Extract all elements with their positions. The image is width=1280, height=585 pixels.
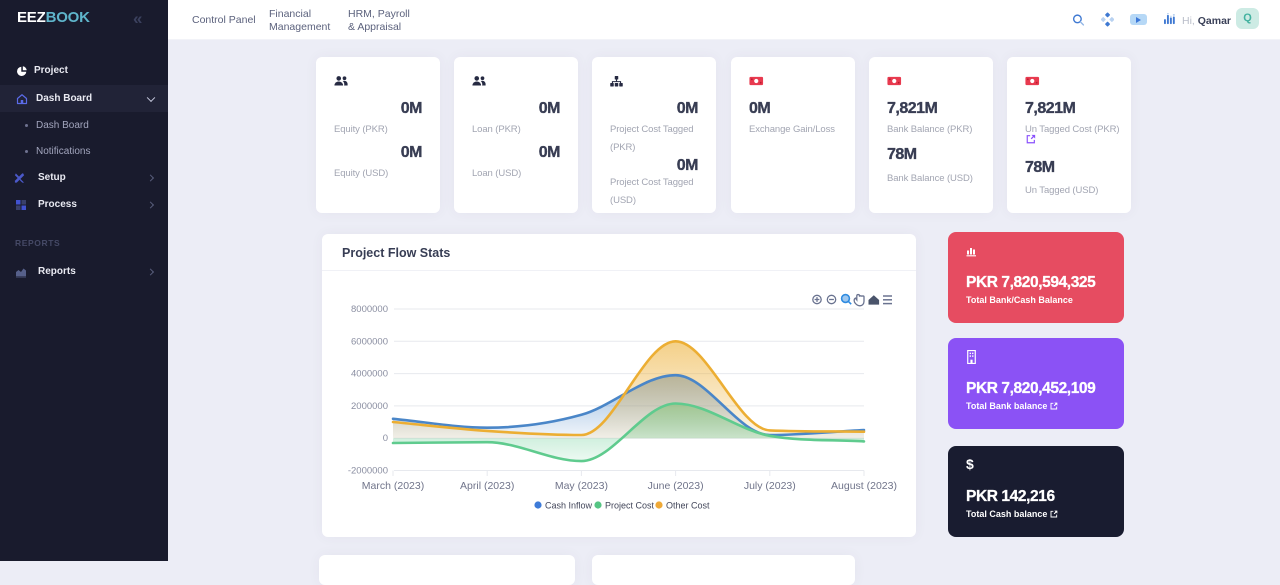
svg-text:Project Cost: Project Cost	[605, 501, 655, 511]
svg-text:July (2023): July (2023)	[744, 480, 796, 492]
svg-text:8000000: 8000000	[351, 304, 388, 315]
svg-text:May (2023): May (2023)	[555, 480, 608, 492]
svg-text:2000000: 2000000	[351, 401, 388, 412]
svg-text:Other Cost: Other Cost	[666, 501, 710, 511]
svg-text:March (2023): March (2023)	[362, 480, 424, 492]
svg-text:Cash Inflow: Cash Inflow	[545, 501, 593, 511]
svg-text:4000000: 4000000	[351, 369, 388, 380]
svg-text:June (2023): June (2023)	[648, 480, 704, 492]
svg-text:6000000: 6000000	[351, 336, 388, 347]
svg-text:0: 0	[383, 433, 388, 444]
svg-text:April (2023): April (2023)	[460, 480, 514, 492]
svg-text:August (2023): August (2023)	[831, 480, 897, 492]
svg-text:-2000000: -2000000	[348, 466, 388, 477]
